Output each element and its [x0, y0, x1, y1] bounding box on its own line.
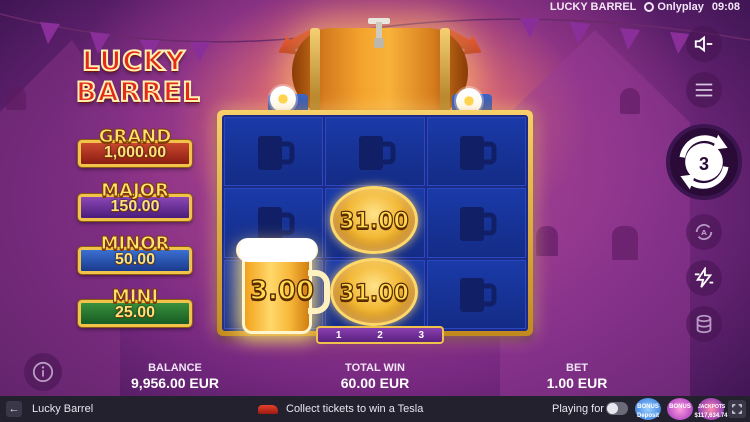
- fullscreen-icon: [732, 404, 742, 414]
- badge-caption: $117,634.74: [694, 413, 728, 419]
- game-stage: LUCKY BARREL Onlyplay 09:08 LUCKY BARREL…: [0, 0, 750, 396]
- reel-cell: [426, 117, 526, 187]
- reel-cell: [426, 259, 526, 329]
- jackpot-major: MAJOR 150.00: [78, 181, 192, 222]
- fullscreen-button[interactable]: [728, 400, 746, 418]
- promo-text: Collect tickets to win a Tesla: [286, 403, 424, 415]
- column-tab: 2: [377, 329, 383, 341]
- tap-icon: [368, 18, 390, 48]
- jackpots-badge[interactable]: JACKPOTS $117,634.74: [694, 398, 728, 420]
- badge-label: BONUS: [669, 404, 691, 410]
- column-indicators: 1 2 3: [316, 326, 444, 344]
- mug-silhouette-icon: [358, 135, 396, 170]
- badge-caption: Deposit: [636, 413, 659, 419]
- tesla-promo[interactable]: Collect tickets to win a Tesla: [258, 403, 423, 415]
- beer-mug-symbol: 3.00: [234, 236, 330, 336]
- reel-cell: [325, 117, 425, 187]
- jackpot-value: 50.00: [114, 251, 156, 268]
- reel-cell: [224, 117, 324, 187]
- reel-cell: [426, 188, 526, 258]
- real-play-toggle[interactable]: [606, 402, 628, 415]
- total-win-value: 60.00 EUR: [340, 375, 410, 391]
- car-icon: [258, 404, 278, 414]
- column-tab: 3: [418, 329, 425, 341]
- coin-stack-icon: [696, 314, 712, 334]
- balance-value: 9,956.00 EUR: [131, 375, 219, 391]
- bet-button[interactable]: [686, 306, 722, 342]
- jackpot-mini: MINI 25.00: [78, 287, 192, 328]
- badge-label: BONUS: [637, 404, 659, 410]
- mug-silhouette-icon: [460, 135, 497, 170]
- window-decoration: [612, 226, 638, 260]
- flower-icon: [270, 86, 296, 112]
- footer-bar: ← Lucky Barrel Collect tickets to win a …: [0, 396, 750, 422]
- clock: 09:08: [711, 1, 740, 13]
- jackpot-value: 25.00: [114, 304, 156, 321]
- bet-label: BET: [566, 362, 588, 374]
- mug-silhouette-icon: [460, 206, 497, 241]
- svg-text:A: A: [701, 228, 707, 237]
- sound-button[interactable]: [686, 26, 722, 62]
- game-logo: LUCKY BARREL: [75, 45, 201, 124]
- window-decoration: [620, 88, 640, 114]
- barrel-decoration: [268, 12, 492, 120]
- info-button[interactable]: [24, 353, 62, 391]
- window-decoration: [536, 226, 558, 256]
- total-win-display: TOTAL WIN 60.00 EUR: [320, 362, 430, 391]
- balance-display: BALANCE 9,956.00 EUR: [120, 362, 230, 391]
- jackpot-value: 150.00: [110, 198, 160, 215]
- logo-line-1: LUCKY: [81, 45, 186, 78]
- bet-display: BET 1.00 EUR: [522, 362, 632, 391]
- back-arrow-icon: ←: [8, 403, 20, 415]
- lightning-icon: [694, 267, 714, 288]
- mug-silhouette-icon: [460, 278, 497, 313]
- total-win-label: TOTAL WIN: [345, 362, 405, 374]
- info-icon: [32, 361, 54, 383]
- coin-value: 31.00: [339, 208, 410, 234]
- speaker-muted-icon: [694, 35, 713, 53]
- provider: Onlyplay: [644, 1, 704, 13]
- hamburger-menu-icon: [695, 83, 713, 97]
- footer-game-name: Lucky Barrel: [32, 403, 94, 415]
- bonus-badge[interactable]: BONUS: [667, 398, 693, 420]
- bonus-deposit-badge[interactable]: BONUS Deposit: [635, 398, 661, 420]
- beer-value: 3.00: [249, 275, 315, 306]
- logo-line-2: BARREL: [75, 76, 201, 109]
- jackpot-minor: MINOR 50.00: [78, 234, 192, 275]
- coin-symbol: 31.00: [330, 258, 418, 326]
- jackpot-grand: GRAND 1,000.00: [78, 127, 192, 168]
- status-bar: LUCKY BARREL Onlyplay 09:08: [550, 0, 740, 14]
- coin-value: 31.00: [339, 280, 410, 306]
- badge-label: JACKPOTS: [698, 404, 726, 410]
- spin-button[interactable]: 3: [666, 124, 742, 200]
- balance-label: BALANCE: [148, 362, 202, 374]
- spins-remaining: 3: [698, 154, 709, 174]
- game-title: LUCKY BARREL: [549, 1, 637, 13]
- provider-name: Onlyplay: [657, 1, 704, 13]
- window-decoration: [6, 86, 26, 110]
- autoplay-button[interactable]: A: [686, 214, 722, 250]
- bet-value: 1.00 EUR: [546, 375, 608, 391]
- turbo-button[interactable]: [686, 260, 722, 296]
- mug-silhouette-icon: [257, 135, 295, 170]
- menu-button[interactable]: [686, 72, 722, 108]
- jackpot-value: 1,000.00: [103, 144, 167, 161]
- coin-symbol: 31.00: [330, 186, 418, 254]
- column-tab: 1: [335, 329, 342, 341]
- back-button[interactable]: ←: [6, 401, 22, 417]
- autoplay-icon: A: [695, 224, 713, 240]
- onlyplay-icon: [644, 2, 655, 12]
